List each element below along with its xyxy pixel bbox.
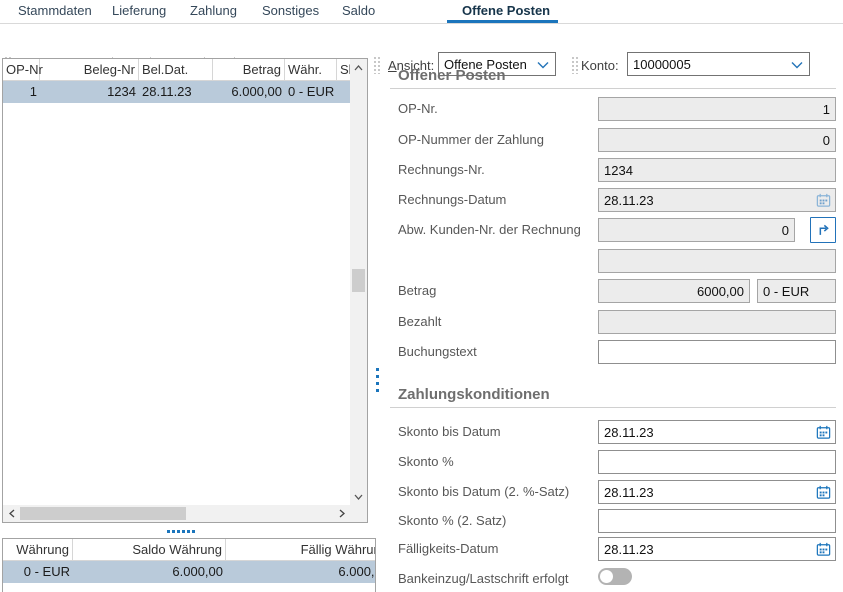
cell-saldo: 6.000,00 — [73, 561, 226, 583]
scroll-up-arrow[interactable] — [350, 59, 367, 76]
section-divider — [390, 88, 836, 89]
skonto-prozent-label: Skonto % — [398, 454, 454, 469]
section-title-offener-posten: Offener Posten — [398, 67, 506, 84]
betrag-field — [598, 279, 750, 303]
table-row[interactable]: 1 1234 28.11.23 6.000,00 0 - EUR — [3, 81, 350, 103]
column-header-op-nr[interactable]: OP-Nr — [3, 59, 40, 81]
betrag-waehrung-field — [757, 279, 836, 303]
column-header-skonto[interactable]: Skonto — [337, 59, 350, 81]
skonto-bis-2-label: Skonto bis Datum (2. %-Satz) — [398, 484, 569, 499]
buchungstext-label: Buchungstext — [398, 344, 477, 359]
op-nr-label: OP-Nr. — [398, 101, 438, 116]
bezahlt-label: Bezahlt — [398, 314, 441, 329]
scroll-down-arrow[interactable] — [350, 488, 367, 505]
tab-zahlung[interactable]: Zahlung — [190, 3, 237, 21]
skonto-bis-2-field[interactable] — [598, 480, 836, 504]
cell-skonto — [337, 81, 350, 103]
abw-kunden-nr-label: Abw. Kunden-Nr. der Rechnung — [398, 222, 581, 237]
skonto-bis-2-input[interactable] — [598, 480, 836, 504]
horizontal-splitter[interactable] — [167, 530, 196, 533]
buchungstext-field[interactable] — [598, 340, 836, 364]
cell-bel-dat: 28.11.23 — [139, 81, 213, 103]
vertical-splitter[interactable] — [376, 368, 379, 396]
tab-sonstiges[interactable]: Sonstiges — [262, 3, 319, 21]
saldo-grid: Währung Saldo Währung Fällig Währung 0 -… — [2, 538, 376, 592]
scroll-left-arrow[interactable] — [3, 505, 20, 522]
konto-combobox[interactable]: 10000005 — [627, 52, 810, 76]
rechnungs-datum-input — [598, 188, 836, 212]
open-items-window: Stammdaten Lieferung Zahlung Sonstiges S… — [0, 0, 843, 592]
cell-op-nr: 1 — [3, 81, 40, 103]
scroll-right-arrow[interactable] — [333, 505, 350, 522]
bankeinzug-label: Bankeinzug/Lastschrift erfolgt — [398, 571, 569, 586]
op-nr-zahlung-label: OP-Nummer der Zahlung — [398, 132, 544, 147]
column-header-beleg-nr[interactable]: Beleg-Nr — [40, 59, 139, 81]
bankeinzug-toggle[interactable] — [598, 568, 632, 585]
column-header-waehr[interactable]: Währ. — [285, 59, 337, 81]
scrollbar-corner — [350, 505, 367, 522]
konto-label: Konto: — [581, 58, 619, 73]
cell-waehrung: 0 - EUR — [285, 81, 337, 103]
tab-lieferung[interactable]: Lieferung — [112, 3, 166, 21]
skonto-prozent-field[interactable] — [598, 450, 836, 474]
abw-kunden-zusatz-field — [598, 249, 836, 273]
cell-waehrung: 0 - EUR — [3, 561, 73, 583]
horizontal-scroll-thumb[interactable] — [20, 507, 186, 520]
faelligkeits-datum-label: Fälligkeits-Datum — [398, 541, 498, 556]
skonto-bis-field[interactable] — [598, 420, 836, 444]
skonto-prozent-2-field[interactable] — [598, 509, 836, 533]
betrag-label: Betrag — [398, 283, 436, 298]
toolbar-grip[interactable] — [571, 56, 579, 74]
goto-arrow-icon — [815, 222, 831, 238]
horizontal-scrollbar[interactable] — [3, 505, 350, 522]
calendar-icon[interactable] — [815, 484, 832, 501]
cell-betrag: 6.000,00 — [213, 81, 285, 103]
calendar-icon[interactable] — [815, 541, 832, 558]
toggle-knob — [600, 570, 613, 583]
cell-faellig: 6.000,00 — [226, 561, 375, 583]
tab-bar: Stammdaten Lieferung Zahlung Sonstiges S… — [0, 0, 843, 24]
column-header-faellig-waehrung[interactable]: Fällig Währung — [226, 539, 375, 561]
grid-header-row: Währung Saldo Währung Fällig Währung — [3, 539, 375, 561]
calendar-icon — [815, 192, 832, 209]
rechnungs-nr-label: Rechnungs-Nr. — [398, 162, 485, 177]
grid-header-row: OP-Nr Beleg-Nr Bel.Dat. Betrag Währ. Sko… — [3, 59, 350, 81]
cell-beleg-nr: 1234 — [40, 81, 139, 103]
goto-customer-button[interactable] — [810, 217, 836, 243]
active-tab-indicator — [447, 20, 558, 23]
rechnungs-datum-label: Rechnungs-Datum — [398, 192, 506, 207]
tab-saldo[interactable]: Saldo — [342, 3, 375, 21]
faelligkeits-datum-field[interactable] — [598, 537, 836, 561]
konto-value: 10000005 — [633, 57, 691, 72]
open-items-grid: OP-Nr Beleg-Nr Bel.Dat. Betrag Währ. Sko… — [2, 58, 368, 523]
abw-kunden-nr-field — [598, 218, 795, 242]
section-divider — [390, 407, 836, 408]
skonto-bis-input[interactable] — [598, 420, 836, 444]
chevron-down-icon — [537, 61, 549, 69]
skonto-prozent-2-label: Skonto % (2. Satz) — [398, 513, 506, 528]
chevron-down-icon — [791, 61, 803, 69]
op-nr-field — [598, 97, 836, 121]
calendar-icon[interactable] — [815, 424, 832, 441]
section-title-zahlungskonditionen: Zahlungskonditionen — [398, 386, 550, 403]
table-row[interactable]: 0 - EUR 6.000,00 6.000,00 — [3, 561, 375, 583]
vertical-scrollbar[interactable] — [350, 59, 367, 505]
faelligkeits-datum-input[interactable] — [598, 537, 836, 561]
column-header-saldo-waehrung[interactable]: Saldo Währung — [73, 539, 226, 561]
vertical-scroll-thumb[interactable] — [352, 269, 365, 292]
tab-offene-posten[interactable]: Offene Posten — [462, 3, 550, 21]
column-header-betrag[interactable]: Betrag — [213, 59, 285, 81]
column-header-bel-dat[interactable]: Bel.Dat. — [139, 59, 213, 81]
op-nr-zahlung-field — [598, 128, 836, 152]
toolbar-grip[interactable] — [373, 56, 381, 74]
skonto-bis-label: Skonto bis Datum — [398, 424, 501, 439]
toolbar: Ansicht: Offene Posten Konto: 10000005 — [0, 24, 843, 58]
tab-stammdaten[interactable]: Stammdaten — [18, 3, 92, 21]
rechnungs-datum-field — [598, 188, 836, 212]
column-header-waehrung[interactable]: Währung — [3, 539, 73, 561]
rechnungs-nr-field — [598, 158, 836, 182]
bezahlt-field — [598, 310, 836, 334]
